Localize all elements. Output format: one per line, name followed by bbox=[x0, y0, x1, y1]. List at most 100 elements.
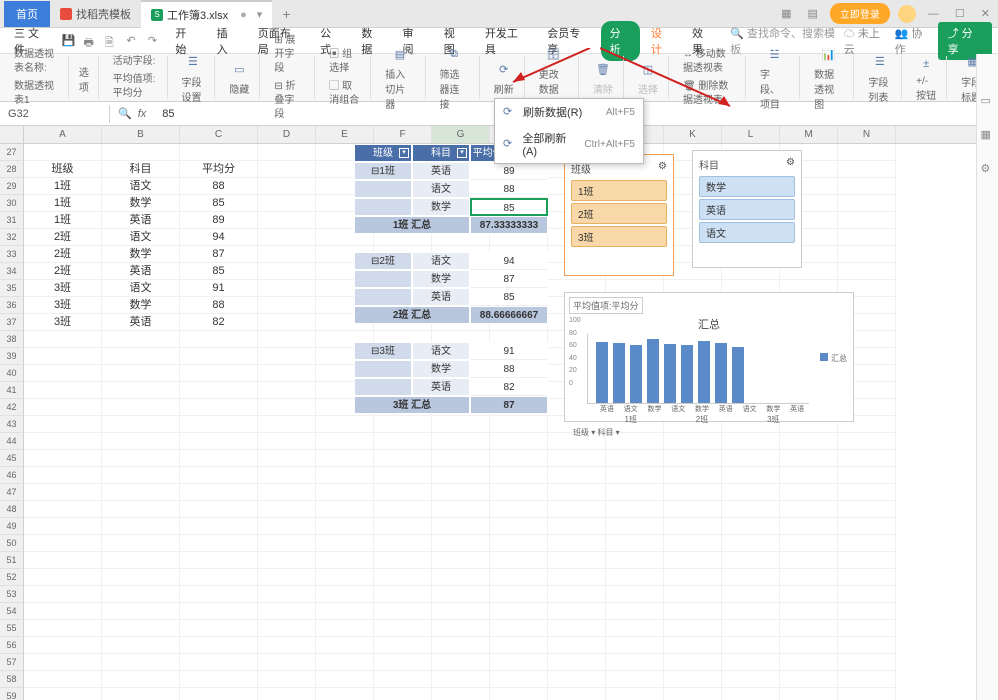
cell[interactable] bbox=[722, 586, 780, 603]
chevron-down-icon[interactable]: ▾ bbox=[457, 148, 467, 158]
select-button[interactable]: ◫选择 bbox=[634, 57, 662, 98]
cell[interactable]: 85 bbox=[180, 263, 258, 280]
cell[interactable] bbox=[180, 348, 258, 365]
cell[interactable] bbox=[838, 144, 896, 161]
cell[interactable]: 2班 bbox=[24, 263, 102, 280]
cell[interactable] bbox=[606, 569, 664, 586]
fields-items-button[interactable]: ☱字段、项目 bbox=[756, 42, 793, 113]
cell[interactable] bbox=[664, 484, 722, 501]
cell[interactable] bbox=[180, 450, 258, 467]
cell[interactable] bbox=[258, 535, 316, 552]
select-all-corner[interactable] bbox=[0, 126, 24, 143]
col-header-E[interactable]: E bbox=[316, 126, 374, 143]
cell[interactable] bbox=[258, 433, 316, 450]
cell[interactable] bbox=[258, 637, 316, 654]
cell[interactable] bbox=[548, 654, 606, 671]
pivot-chart-button[interactable]: 📊数据透视图 bbox=[810, 42, 847, 113]
cell[interactable] bbox=[258, 195, 316, 212]
row-header[interactable]: 42 bbox=[0, 399, 24, 416]
toggle-buttons[interactable]: ±+/- 按钮 bbox=[912, 52, 940, 104]
cell[interactable] bbox=[838, 246, 896, 263]
col-header-N[interactable]: N bbox=[838, 126, 896, 143]
cell[interactable] bbox=[722, 484, 780, 501]
cell[interactable] bbox=[258, 467, 316, 484]
slicer-item[interactable]: 数学 bbox=[699, 176, 795, 197]
cell[interactable] bbox=[548, 501, 606, 518]
cell[interactable] bbox=[102, 501, 180, 518]
cell[interactable] bbox=[606, 688, 664, 700]
cell[interactable] bbox=[432, 586, 490, 603]
slicer-item[interactable]: 英语 bbox=[699, 199, 795, 220]
cell[interactable] bbox=[374, 552, 432, 569]
cell[interactable] bbox=[432, 467, 490, 484]
preview-icon[interactable]: 🗎 bbox=[105, 34, 118, 48]
cell[interactable] bbox=[664, 450, 722, 467]
pivot-col-subject[interactable]: 科目▾ bbox=[412, 144, 470, 162]
row-header[interactable]: 32 bbox=[0, 229, 24, 246]
cell[interactable] bbox=[102, 535, 180, 552]
col-header-G[interactable]: G bbox=[432, 126, 490, 143]
chart-value-field[interactable]: 平均值项:平均分 bbox=[569, 297, 643, 314]
cell[interactable]: 1班 bbox=[24, 195, 102, 212]
cell[interactable] bbox=[838, 671, 896, 688]
cell[interactable] bbox=[432, 433, 490, 450]
row-header[interactable]: 40 bbox=[0, 365, 24, 382]
name-box[interactable]: G32 bbox=[0, 105, 110, 123]
slicer-subject[interactable]: 科目⚙ 数学 英语 语文 bbox=[692, 150, 802, 268]
row-header[interactable]: 36 bbox=[0, 297, 24, 314]
cell[interactable] bbox=[316, 450, 374, 467]
sidebar-pivot-icon[interactable]: ▦ bbox=[981, 128, 995, 142]
cell[interactable] bbox=[490, 654, 548, 671]
cell[interactable] bbox=[316, 501, 374, 518]
cell[interactable] bbox=[258, 331, 316, 348]
cell[interactable] bbox=[838, 212, 896, 229]
hide-button[interactable]: ▭隐藏 bbox=[225, 57, 253, 98]
cell[interactable] bbox=[374, 450, 432, 467]
cell[interactable] bbox=[180, 467, 258, 484]
cell[interactable] bbox=[432, 518, 490, 535]
cell[interactable] bbox=[838, 161, 896, 178]
sidebar-settings-icon[interactable]: ⚙ bbox=[981, 162, 995, 176]
tab-close-icon[interactable]: ▾ bbox=[257, 8, 263, 21]
cell[interactable]: 88 bbox=[180, 297, 258, 314]
col-header-M[interactable]: M bbox=[780, 126, 838, 143]
cell[interactable] bbox=[24, 365, 102, 382]
cell[interactable] bbox=[180, 416, 258, 433]
cell[interactable] bbox=[432, 450, 490, 467]
cell[interactable] bbox=[374, 654, 432, 671]
refresh-button[interactable]: ⟳刷新 bbox=[490, 57, 518, 98]
pivot-table[interactable]: 班级▾ 科目▾ 平均值项:平均分 ⊟1班英语89 语文88 数学85 1班 汇总… bbox=[354, 144, 548, 414]
row-header[interactable]: 27 bbox=[0, 144, 24, 161]
cell[interactable] bbox=[606, 535, 664, 552]
field-list-button[interactable]: ☰字段列表 bbox=[864, 50, 895, 106]
cell[interactable] bbox=[432, 501, 490, 518]
cell[interactable] bbox=[838, 501, 896, 518]
cell[interactable]: 2班 bbox=[24, 229, 102, 246]
cell[interactable] bbox=[258, 399, 316, 416]
cell[interactable] bbox=[258, 450, 316, 467]
cell[interactable]: 语文 bbox=[102, 178, 180, 195]
cell[interactable] bbox=[374, 586, 432, 603]
pivot-col-class[interactable]: 班级▾ bbox=[354, 144, 412, 162]
cell[interactable] bbox=[722, 518, 780, 535]
cell[interactable] bbox=[606, 654, 664, 671]
cell[interactable] bbox=[180, 501, 258, 518]
cell[interactable] bbox=[102, 569, 180, 586]
cell[interactable] bbox=[258, 382, 316, 399]
cell[interactable] bbox=[664, 518, 722, 535]
cell[interactable] bbox=[838, 620, 896, 637]
row-header[interactable]: 51 bbox=[0, 552, 24, 569]
cell[interactable]: 英语 bbox=[102, 263, 180, 280]
cell[interactable] bbox=[24, 518, 102, 535]
slicer-item[interactable]: 2班 bbox=[571, 203, 667, 224]
cell[interactable] bbox=[664, 586, 722, 603]
cell[interactable] bbox=[316, 671, 374, 688]
row-header[interactable]: 59 bbox=[0, 688, 24, 700]
cell[interactable] bbox=[374, 671, 432, 688]
cell[interactable] bbox=[24, 484, 102, 501]
cell[interactable] bbox=[664, 620, 722, 637]
row-header[interactable]: 57 bbox=[0, 654, 24, 671]
redo-icon[interactable]: ↷ bbox=[148, 34, 161, 48]
row-header[interactable]: 28 bbox=[0, 161, 24, 178]
cell[interactable] bbox=[102, 467, 180, 484]
